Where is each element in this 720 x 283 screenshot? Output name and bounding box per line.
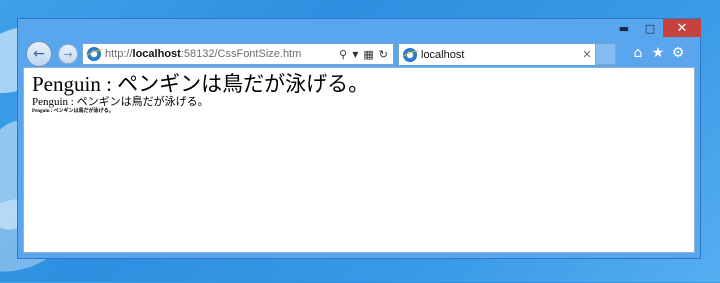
forward-button[interactable]: →: [58, 44, 78, 64]
text-medium: Penguin : ペンギンは鳥だが泳げる。: [32, 96, 209, 109]
close-icon[interactable]: ✕: [579, 48, 595, 61]
url-host: localhost: [132, 48, 181, 60]
address-tools: ⚲ ▼ ▦ ↻: [339, 48, 393, 61]
arrow-right-icon: →: [63, 47, 73, 61]
new-tab-button[interactable]: [596, 43, 616, 65]
address-url[interactable]: http://localhost:58132/CssFontSize.htm: [105, 48, 339, 60]
refresh-icon[interactable]: ↻: [379, 48, 388, 61]
arrow-left-icon: ←: [33, 46, 45, 62]
ie-logo-icon: [87, 47, 101, 61]
text-small: Penguin : ペンギンは鳥だが泳げる。: [32, 108, 114, 114]
page-content: Penguin : ペンギンは鳥だが泳げる。 Penguin : ペンギンは鳥だ…: [23, 67, 695, 253]
url-path: :58132/CssFontSize.htm: [180, 48, 302, 60]
chevron-down-icon[interactable]: ▼: [352, 50, 358, 59]
search-icon[interactable]: ⚲: [339, 48, 347, 61]
back-button[interactable]: ←: [26, 41, 52, 67]
compatibility-view-icon[interactable]: ▦: [363, 48, 373, 61]
minimize-button[interactable]: ▬: [611, 19, 637, 37]
gear-icon[interactable]: ⚙: [670, 45, 686, 61]
address-bar[interactable]: http://localhost:58132/CssFontSize.htm ⚲…: [82, 43, 394, 65]
tab-title: localhost: [421, 48, 465, 61]
browser-window: ▬ □ ✕ ← → http://localhost:58132/CssFont…: [17, 18, 701, 259]
close-window-button[interactable]: ✕: [663, 19, 701, 37]
home-icon[interactable]: ⌂: [630, 45, 646, 61]
maximize-button[interactable]: □: [637, 19, 663, 37]
text-large: Penguin : ペンギンは鳥だが泳げる。: [32, 72, 370, 96]
ie-logo-icon: [403, 47, 417, 62]
star-icon[interactable]: ★: [650, 45, 666, 61]
tab-localhost[interactable]: localhost ✕: [398, 43, 596, 65]
url-scheme: http://: [105, 48, 133, 60]
